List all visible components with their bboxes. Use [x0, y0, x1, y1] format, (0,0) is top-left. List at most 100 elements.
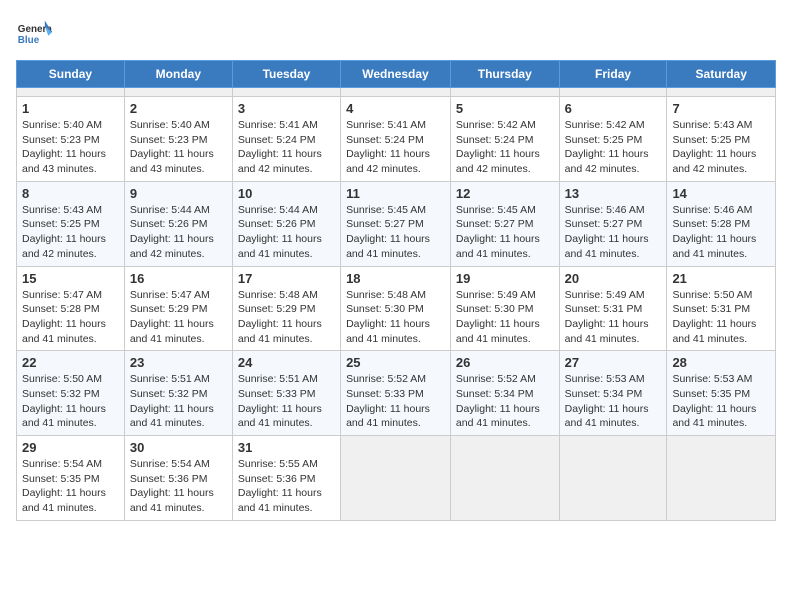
day-number: 23 — [130, 355, 227, 370]
day-number: 29 — [22, 440, 119, 455]
calendar-cell: 12Sunrise: 5:45 AMSunset: 5:27 PMDayligh… — [450, 181, 559, 266]
column-header-sunday: Sunday — [17, 61, 125, 88]
day-detail: Sunrise: 5:52 AMSunset: 5:33 PMDaylight:… — [346, 372, 445, 431]
day-number: 9 — [130, 186, 227, 201]
day-detail: Sunrise: 5:46 AMSunset: 5:27 PMDaylight:… — [565, 203, 662, 262]
calendar-cell — [341, 436, 451, 521]
day-number: 8 — [22, 186, 119, 201]
day-detail: Sunrise: 5:45 AMSunset: 5:27 PMDaylight:… — [456, 203, 554, 262]
day-number: 13 — [565, 186, 662, 201]
day-number: 24 — [238, 355, 335, 370]
day-detail: Sunrise: 5:42 AMSunset: 5:24 PMDaylight:… — [456, 118, 554, 177]
day-detail: Sunrise: 5:42 AMSunset: 5:25 PMDaylight:… — [565, 118, 662, 177]
calendar-cell — [450, 88, 559, 97]
day-detail: Sunrise: 5:54 AMSunset: 5:36 PMDaylight:… — [130, 457, 227, 516]
day-detail: Sunrise: 5:53 AMSunset: 5:34 PMDaylight:… — [565, 372, 662, 431]
calendar-cell: 15Sunrise: 5:47 AMSunset: 5:28 PMDayligh… — [17, 266, 125, 351]
calendar-cell: 27 Sunrise: 5:53 AMSunset: 5:34 PMDayligh… — [559, 351, 667, 436]
calendar-cell: 7 Sunrise: 5:43 AMSunset: 5:25 PMDaylight… — [667, 97, 776, 182]
calendar-week-2: 1Sunrise: 5:40 AMSunset: 5:23 PMDaylight… — [17, 97, 776, 182]
calendar-cell: 2 Sunrise: 5:40 AMSunset: 5:23 PMDaylight… — [124, 97, 232, 182]
calendar-cell — [559, 436, 667, 521]
calendar-cell: 19Sunrise: 5:49 AMSunset: 5:30 PMDayligh… — [450, 266, 559, 351]
calendar-cell: 1Sunrise: 5:40 AMSunset: 5:23 PMDaylight… — [17, 97, 125, 182]
header: General Blue — [16, 16, 776, 52]
day-detail: Sunrise: 5:51 AMSunset: 5:32 PMDaylight:… — [130, 372, 227, 431]
day-detail: Sunrise: 5:48 AMSunset: 5:29 PMDaylight:… — [238, 288, 335, 347]
day-number: 2 — [130, 101, 227, 116]
svg-text:Blue: Blue — [18, 35, 40, 46]
column-header-monday: Monday — [124, 61, 232, 88]
day-number: 21 — [672, 271, 770, 286]
logo: General Blue — [16, 16, 52, 52]
calendar-cell — [667, 436, 776, 521]
day-detail: Sunrise: 5:41 AMSunset: 5:24 PMDaylight:… — [346, 118, 445, 177]
calendar-cell: 23 Sunrise: 5:51 AMSunset: 5:32 PMDayligh… — [124, 351, 232, 436]
day-number: 10 — [238, 186, 335, 201]
day-number: 31 — [238, 440, 335, 455]
day-number: 7 — [672, 101, 770, 116]
logo-icon: General Blue — [16, 16, 52, 52]
calendar-cell: 28Sunrise: 5:53 AMSunset: 5:35 PMDayligh… — [667, 351, 776, 436]
day-detail: Sunrise: 5:47 AMSunset: 5:29 PMDaylight:… — [130, 288, 227, 347]
calendar-week-1 — [17, 88, 776, 97]
calendar-cell: 14Sunrise: 5:46 AMSunset: 5:28 PMDayligh… — [667, 181, 776, 266]
day-detail: Sunrise: 5:43 AMSunset: 5:25 PMDaylight:… — [22, 203, 119, 262]
calendar-cell: 21 Sunrise: 5:50 AMSunset: 5:31 PMDayligh… — [667, 266, 776, 351]
calendar-cell: 3Sunrise: 5:41 AMSunset: 5:24 PMDaylight… — [232, 97, 340, 182]
calendar-cell — [341, 88, 451, 97]
day-number: 26 — [456, 355, 554, 370]
day-detail: Sunrise: 5:47 AMSunset: 5:28 PMDaylight:… — [22, 288, 119, 347]
calendar-cell: 25Sunrise: 5:52 AMSunset: 5:33 PMDayligh… — [341, 351, 451, 436]
day-detail: Sunrise: 5:43 AMSunset: 5:25 PMDaylight:… — [672, 118, 770, 177]
column-header-thursday: Thursday — [450, 61, 559, 88]
calendar-cell: 31 Sunrise: 5:55 AMSunset: 5:36 PMDayligh… — [232, 436, 340, 521]
day-detail: Sunrise: 5:52 AMSunset: 5:34 PMDaylight:… — [456, 372, 554, 431]
day-number: 6 — [565, 101, 662, 116]
calendar-cell: 13 Sunrise: 5:46 AMSunset: 5:27 PMDayligh… — [559, 181, 667, 266]
day-number: 4 — [346, 101, 445, 116]
day-number: 27 — [565, 355, 662, 370]
day-detail: Sunrise: 5:45 AMSunset: 5:27 PMDaylight:… — [346, 203, 445, 262]
calendar-week-5: 22Sunrise: 5:50 AMSunset: 5:32 PMDayligh… — [17, 351, 776, 436]
column-header-saturday: Saturday — [667, 61, 776, 88]
calendar-cell: 9 Sunrise: 5:44 AMSunset: 5:26 PMDaylight… — [124, 181, 232, 266]
calendar-cell — [667, 88, 776, 97]
day-detail: Sunrise: 5:40 AMSunset: 5:23 PMDaylight:… — [130, 118, 227, 177]
day-detail: Sunrise: 5:44 AMSunset: 5:26 PMDaylight:… — [130, 203, 227, 262]
column-header-wednesday: Wednesday — [341, 61, 451, 88]
calendar-cell — [450, 436, 559, 521]
calendar-week-6: 29Sunrise: 5:54 AMSunset: 5:35 PMDayligh… — [17, 436, 776, 521]
calendar-cell: 4 Sunrise: 5:41 AMSunset: 5:24 PMDaylight… — [341, 97, 451, 182]
day-number: 3 — [238, 101, 335, 116]
day-detail: Sunrise: 5:44 AMSunset: 5:26 PMDaylight:… — [238, 203, 335, 262]
day-number: 16 — [130, 271, 227, 286]
day-detail: Sunrise: 5:55 AMSunset: 5:36 PMDaylight:… — [238, 457, 335, 516]
day-detail: Sunrise: 5:46 AMSunset: 5:28 PMDaylight:… — [672, 203, 770, 262]
calendar-cell: 16 Sunrise: 5:47 AMSunset: 5:29 PMDayligh… — [124, 266, 232, 351]
column-header-friday: Friday — [559, 61, 667, 88]
day-number: 22 — [22, 355, 119, 370]
calendar-cell: 26 Sunrise: 5:52 AMSunset: 5:34 PMDayligh… — [450, 351, 559, 436]
day-number: 17 — [238, 271, 335, 286]
day-detail: Sunrise: 5:51 AMSunset: 5:33 PMDaylight:… — [238, 372, 335, 431]
day-detail: Sunrise: 5:49 AMSunset: 5:31 PMDaylight:… — [565, 288, 662, 347]
day-detail: Sunrise: 5:48 AMSunset: 5:30 PMDaylight:… — [346, 288, 445, 347]
day-detail: Sunrise: 5:50 AMSunset: 5:31 PMDaylight:… — [672, 288, 770, 347]
day-detail: Sunrise: 5:40 AMSunset: 5:23 PMDaylight:… — [22, 118, 119, 177]
calendar-cell: 6 Sunrise: 5:42 AMSunset: 5:25 PMDaylight… — [559, 97, 667, 182]
calendar-cell — [559, 88, 667, 97]
calendar-cell — [232, 88, 340, 97]
column-header-tuesday: Tuesday — [232, 61, 340, 88]
day-number: 18 — [346, 271, 445, 286]
day-number: 19 — [456, 271, 554, 286]
calendar-cell: 5Sunrise: 5:42 AMSunset: 5:24 PMDaylight… — [450, 97, 559, 182]
day-number: 28 — [672, 355, 770, 370]
calendar-cell: 11Sunrise: 5:45 AMSunset: 5:27 PMDayligh… — [341, 181, 451, 266]
calendar-cell: 8 Sunrise: 5:43 AMSunset: 5:25 PMDaylight… — [17, 181, 125, 266]
day-number: 30 — [130, 440, 227, 455]
calendar-cell: 22Sunrise: 5:50 AMSunset: 5:32 PMDayligh… — [17, 351, 125, 436]
calendar-week-3: 8 Sunrise: 5:43 AMSunset: 5:25 PMDaylight… — [17, 181, 776, 266]
calendar-cell: 17 Sunrise: 5:48 AMSunset: 5:29 PMDayligh… — [232, 266, 340, 351]
calendar-cell: 10 Sunrise: 5:44 AMSunset: 5:26 PMDayligh… — [232, 181, 340, 266]
